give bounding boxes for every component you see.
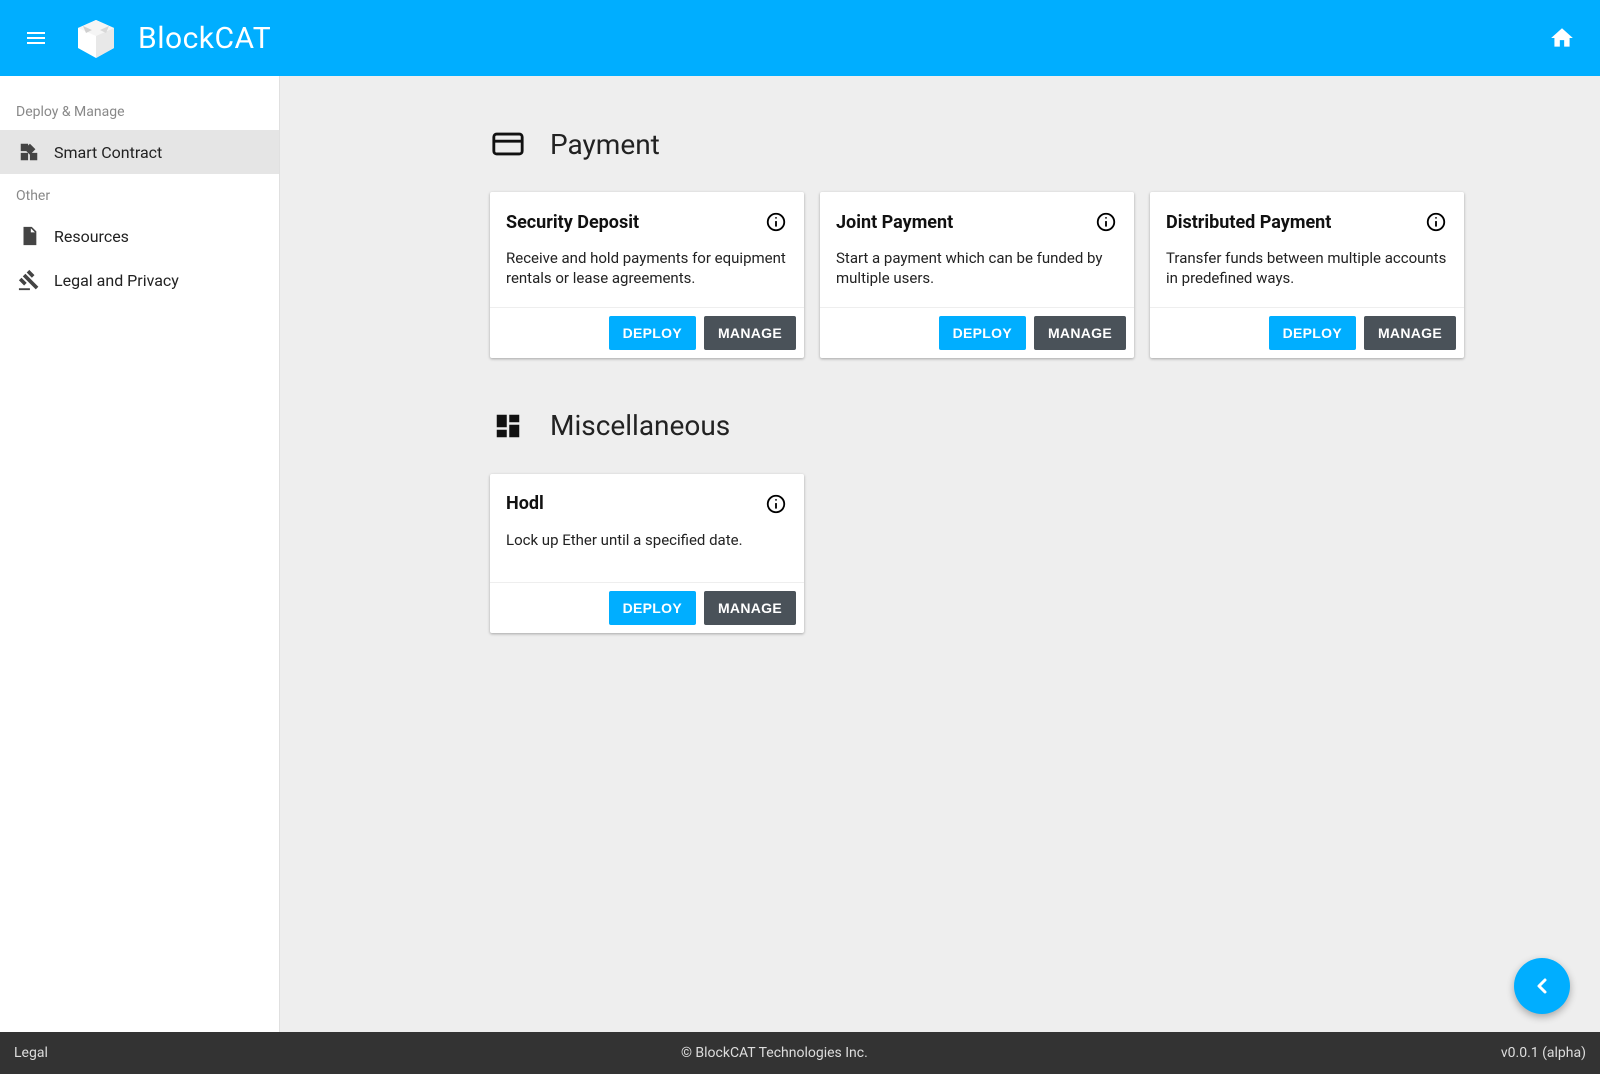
section-header-payment: Payment xyxy=(490,126,1560,162)
app-title: BlockCAT xyxy=(138,21,271,56)
sidebar-item-legal-privacy[interactable]: Legal and Privacy xyxy=(0,258,279,302)
sidebar-item-label: Resources xyxy=(54,227,129,246)
card-title: Distributed Payment xyxy=(1166,212,1331,233)
deploy-button[interactable]: DEPLOY xyxy=(1269,316,1356,350)
footer-version: v0.0.1 (alpha) xyxy=(1501,1045,1586,1061)
card-title: Security Deposit xyxy=(506,212,639,233)
section-title: Payment xyxy=(550,128,660,161)
info-icon xyxy=(1095,211,1117,233)
sidebar-group-label: Other xyxy=(0,174,279,214)
info-button[interactable] xyxy=(1424,210,1448,234)
sidebar-item-label: Smart Contract xyxy=(54,143,162,162)
hamburger-icon xyxy=(24,26,48,50)
card-description: Receive and hold payments for equipment … xyxy=(506,248,788,289)
sidebar-item-resources[interactable]: Resources xyxy=(0,214,279,258)
footer-legal-link[interactable]: Legal xyxy=(14,1045,48,1061)
card-title: Hodl xyxy=(506,493,544,514)
sidebar-group-label: Deploy & Manage xyxy=(0,90,279,130)
document-icon xyxy=(16,223,42,249)
home-button[interactable] xyxy=(1542,18,1582,58)
widgets-icon xyxy=(16,139,42,165)
info-button[interactable] xyxy=(764,492,788,516)
deploy-button[interactable]: DEPLOY xyxy=(609,591,696,625)
sidebar-item-label: Legal and Privacy xyxy=(54,271,179,290)
home-icon xyxy=(1549,25,1575,51)
blockcat-logo-icon xyxy=(74,16,118,60)
contract-card-security-deposit: Security Deposit Receive and hold paymen… xyxy=(490,192,804,358)
card-title: Joint Payment xyxy=(836,212,953,233)
card-description: Transfer funds between multiple accounts… xyxy=(1166,248,1448,289)
footer: Legal © BlockCAT Technologies Inc. v0.0.… xyxy=(0,1032,1600,1074)
card-description: Lock up Ether until a specified date. xyxy=(506,530,788,550)
dashboard-icon xyxy=(490,408,526,444)
footer-copyright: © BlockCAT Technologies Inc. xyxy=(48,1045,1501,1061)
info-icon xyxy=(765,493,787,515)
info-button[interactable] xyxy=(1094,210,1118,234)
chevron-left-icon xyxy=(1530,974,1554,998)
gavel-icon xyxy=(16,267,42,293)
app-logo xyxy=(72,14,120,62)
sidebar-item-smart-contract[interactable]: Smart Contract xyxy=(0,130,279,174)
card-description: Start a payment which can be funded by m… xyxy=(836,248,1118,289)
info-icon xyxy=(765,211,787,233)
manage-button[interactable]: MANAGE xyxy=(704,591,796,625)
credit-card-icon xyxy=(490,126,526,162)
manage-button[interactable]: MANAGE xyxy=(1034,316,1126,350)
main-content: Payment Security Deposit Receive and hol… xyxy=(280,76,1600,1032)
info-icon xyxy=(1425,211,1447,233)
manage-button[interactable]: MANAGE xyxy=(1364,316,1456,350)
menu-button[interactable] xyxy=(18,20,54,56)
contract-card-hodl: Hodl Lock up Ether until a specified dat… xyxy=(490,474,804,633)
contract-card-distributed-payment: Distributed Payment Transfer funds betwe… xyxy=(1150,192,1464,358)
app-header: BlockCAT xyxy=(0,0,1600,76)
info-button[interactable] xyxy=(764,210,788,234)
section-header-miscellaneous: Miscellaneous xyxy=(490,408,1560,444)
section-title: Miscellaneous xyxy=(550,409,730,442)
deploy-button[interactable]: DEPLOY xyxy=(609,316,696,350)
sidebar: Deploy & Manage Smart Contract Other Res… xyxy=(0,76,280,1032)
deploy-button[interactable]: DEPLOY xyxy=(939,316,1026,350)
collapse-fab[interactable] xyxy=(1514,958,1570,1014)
contract-card-joint-payment: Joint Payment Start a payment which can … xyxy=(820,192,1134,358)
manage-button[interactable]: MANAGE xyxy=(704,316,796,350)
